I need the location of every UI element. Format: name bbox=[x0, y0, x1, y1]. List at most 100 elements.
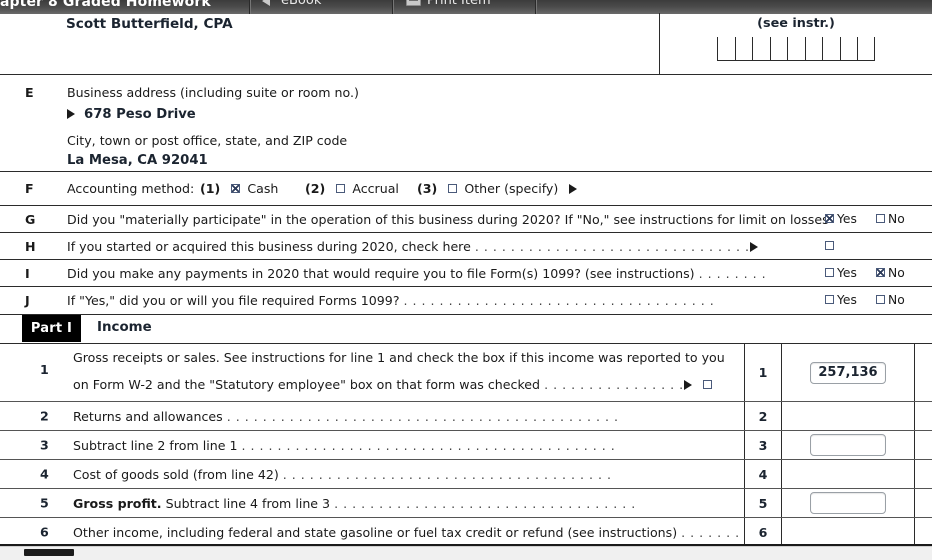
arrow-right-icon bbox=[749, 242, 758, 252]
line-f-option-accrual[interactable]: (2) Accrual bbox=[305, 181, 399, 196]
ein-instr-note: (see instr.) bbox=[757, 16, 835, 31]
line-g-yes-checkbox[interactable] bbox=[825, 214, 834, 223]
line-f-option-1-num: (1) bbox=[200, 181, 221, 196]
line-i-no-label: No bbox=[888, 266, 905, 280]
scrollbar-thumb[interactable] bbox=[24, 549, 74, 556]
print-item-button[interactable]: Print Item bbox=[406, 0, 491, 8]
line-f-accounting-method: F Accounting method: (1) Cash (2) Accrua… bbox=[0, 172, 932, 206]
income-line-2-text: Returns and allowances bbox=[73, 409, 223, 424]
income-line-1-statutory-employee-checkbox[interactable] bbox=[702, 380, 712, 389]
line-e-city-label: City, town or post office, state, and ZI… bbox=[67, 133, 348, 148]
line-f-label: Accounting method: bbox=[67, 181, 195, 196]
ein-cell[interactable] bbox=[717, 37, 735, 61]
line-g-no-checkbox[interactable] bbox=[876, 214, 885, 223]
income-line-2-amount-cell bbox=[782, 402, 914, 430]
line-f-cash-checkbox[interactable] bbox=[231, 184, 241, 193]
income-line-6-leaders: . . . . . . . bbox=[681, 525, 740, 540]
ein-cell[interactable] bbox=[804, 37, 823, 61]
income-line-3-text: Subtract line 2 from line 1 bbox=[73, 438, 238, 453]
line-j-text-row: If "Yes," did you or will you file requi… bbox=[67, 293, 714, 308]
income-line-3-leaders: . . . . . . . . . . . . . . . . . . . . … bbox=[241, 438, 616, 453]
ein-cell[interactable] bbox=[752, 37, 770, 61]
ein-cell[interactable] bbox=[822, 37, 840, 61]
line-j-no-option[interactable]: No bbox=[876, 293, 905, 307]
part-one-header: Part I Income bbox=[0, 315, 932, 344]
income-line-4-amount-cell bbox=[782, 460, 914, 488]
line-h-checkbox-wrap[interactable] bbox=[825, 239, 837, 253]
line-i-form-1099-payments: I Did you make any payments in 2020 that… bbox=[0, 260, 932, 287]
schedule-c-form: Scott Butterfield, CPA (see instr.) E Bu… bbox=[0, 13, 932, 560]
line-j-letter: J bbox=[25, 293, 30, 308]
form-right-edge bbox=[914, 518, 915, 546]
form-right-edge bbox=[914, 344, 915, 401]
line-f-accrual-label: Accrual bbox=[352, 181, 399, 196]
toolbar-divider bbox=[535, 0, 536, 14]
income-line-3-input[interactable] bbox=[810, 434, 886, 456]
income-line-2-text-row: Returns and allowances . . . . . . . . .… bbox=[73, 409, 619, 424]
line-j-yes-option[interactable]: Yes bbox=[825, 293, 857, 307]
line-g-yes-label: Yes bbox=[837, 212, 857, 226]
ebook-button[interactable]: eBook bbox=[262, 0, 322, 8]
line-f-accrual-checkbox[interactable] bbox=[336, 184, 346, 193]
ein-cell[interactable] bbox=[769, 37, 788, 61]
line-h-text: If you started or acquired this business… bbox=[67, 239, 471, 254]
ein-cell[interactable] bbox=[839, 37, 858, 61]
toolbar-divider bbox=[392, 0, 393, 14]
line-i-yes-label: Yes bbox=[837, 266, 857, 280]
income-line-6: 6 Other income, including federal and st… bbox=[0, 518, 932, 547]
line-h-started-business: H If you started or acquired this busine… bbox=[0, 233, 932, 260]
income-line-5-text-row: Gross profit. Subtract line 4 from line … bbox=[73, 496, 636, 511]
proprietor-name: Scott Butterfield, CPA bbox=[66, 16, 233, 32]
income-line-2-leaders: . . . . . . . . . . . . . . . . . . . . … bbox=[226, 409, 619, 424]
line-f-option-2-num: (2) bbox=[305, 181, 326, 196]
line-f-option-cash[interactable]: (1) Cash bbox=[200, 181, 278, 196]
line-j-text: If "Yes," did you or will you file requi… bbox=[67, 293, 400, 308]
line-e-city-value[interactable]: La Mesa, CA 92041 bbox=[67, 153, 208, 168]
income-lines: 1 Gross receipts or sales. See instructi… bbox=[0, 344, 932, 560]
income-line-1-input[interactable]: 257,136 bbox=[810, 361, 886, 384]
form-page: apter 8 Graded Homework eBook Print Item… bbox=[0, 0, 932, 560]
ebook-button-label: eBook bbox=[281, 0, 322, 8]
ein-cell[interactable] bbox=[734, 37, 753, 61]
line-j-yes-checkbox[interactable] bbox=[825, 295, 834, 304]
income-line-6-text: Other income, including federal and stat… bbox=[73, 525, 678, 540]
ein-cell[interactable] bbox=[787, 37, 805, 61]
income-line-6-text-row: Other income, including federal and stat… bbox=[73, 525, 740, 540]
form-right-edge bbox=[914, 460, 915, 488]
print-item-button-label: Print Item bbox=[427, 0, 491, 8]
income-line-4-text-row: Cost of goods sold (from line 42) . . . … bbox=[73, 467, 612, 482]
line-i-yes-option[interactable]: Yes bbox=[825, 266, 857, 280]
line-i-no-checkbox[interactable] bbox=[876, 268, 885, 277]
income-line-3: 3 Subtract line 2 from line 1 . . . . . … bbox=[0, 431, 932, 460]
line-f-other-label: Other (specify) bbox=[464, 181, 559, 196]
income-line-5-number: 5 bbox=[40, 495, 49, 511]
line-f-option-3-num: (3) bbox=[417, 181, 438, 196]
line-f-option-other[interactable]: (3) Other (specify) bbox=[417, 181, 578, 196]
toolbar-divider bbox=[249, 0, 250, 14]
line-i-yes-checkbox[interactable] bbox=[825, 268, 834, 277]
horizontal-scrollbar[interactable] bbox=[0, 546, 932, 560]
line-h-text-row: If you started or acquired this business… bbox=[67, 239, 758, 254]
line-h-checkbox[interactable] bbox=[825, 241, 834, 250]
arrow-right-icon bbox=[569, 184, 578, 194]
line-j-file-1099: J If "Yes," did you or will you file req… bbox=[0, 287, 932, 315]
income-line-3-number: 3 bbox=[40, 437, 49, 453]
line-e-letter: E bbox=[25, 85, 34, 100]
line-h-leaders: . . . . . . . . . . . . . . . . . . . . … bbox=[474, 239, 750, 254]
form-right-edge bbox=[914, 402, 915, 430]
line-j-no-checkbox[interactable] bbox=[876, 295, 885, 304]
line-g-text: Did you "materially participate" in the … bbox=[67, 212, 829, 227]
line-g-yes-option[interactable]: Yes bbox=[825, 212, 857, 226]
form-right-edge bbox=[914, 489, 915, 517]
line-h-letter: H bbox=[25, 239, 36, 254]
line-f-other-checkbox[interactable] bbox=[448, 184, 458, 193]
line-e-street-value[interactable]: 678 Peso Drive bbox=[84, 107, 196, 122]
line-g-no-option[interactable]: No bbox=[876, 212, 905, 226]
income-line-1-col-number: 1 bbox=[744, 344, 782, 401]
income-line-5-input[interactable] bbox=[810, 492, 886, 514]
printer-icon bbox=[406, 0, 421, 6]
ein-cell[interactable] bbox=[857, 37, 875, 61]
ein-grid[interactable] bbox=[717, 37, 875, 61]
line-i-no-option[interactable]: No bbox=[876, 266, 905, 280]
line-i-letter: I bbox=[25, 266, 30, 281]
